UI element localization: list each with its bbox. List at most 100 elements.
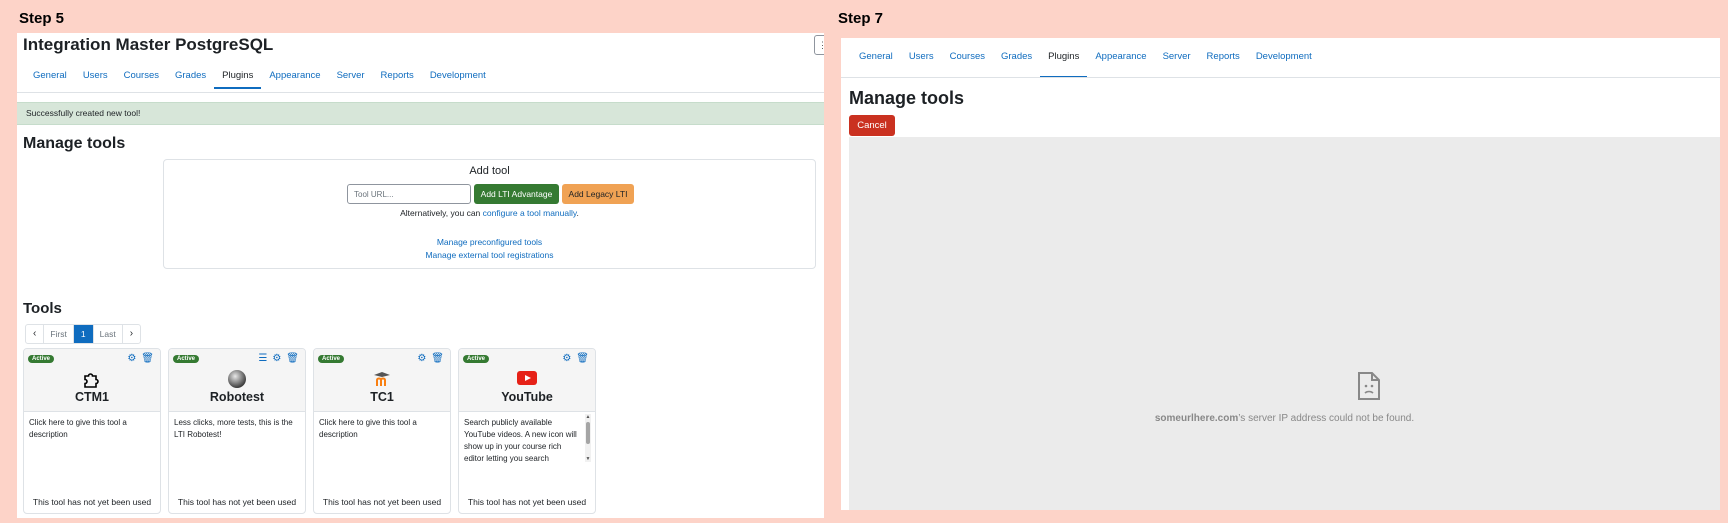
- scroll-down-icon[interactable]: ▼: [585, 456, 591, 462]
- tool-usage: This tool has not yet been used: [467, 497, 587, 507]
- alternative-prefix: Alternatively, you can: [400, 208, 483, 218]
- alternative-text: Alternatively, you can configure a tool …: [164, 208, 815, 218]
- card-header: Active ☰ ⚙ 🗑 Robotest: [169, 349, 305, 412]
- status-badge: Active: [173, 355, 200, 363]
- step-5-label: Step 5: [19, 10, 65, 27]
- configure-manually-link[interactable]: configure a tool manually: [483, 208, 577, 218]
- trash-icon[interactable]: 🗑: [141, 353, 154, 364]
- tool-card-ctm1: Active ⚙ 🗑 CTM1 Click here to give this …: [23, 348, 161, 514]
- error-host: someurlhere.com: [1154, 413, 1239, 424]
- manage-tools-heading: Manage tools: [849, 88, 965, 108]
- tab-general[interactable]: General: [25, 70, 75, 88]
- tools-heading: Tools: [23, 300, 62, 317]
- tab-server[interactable]: Server: [329, 70, 373, 88]
- card-actions: ⚙ 🗑: [562, 353, 589, 364]
- tab-users[interactable]: Users: [901, 51, 942, 77]
- tab-grades[interactable]: Grades: [993, 51, 1040, 77]
- pagination: ‹ First 1 Last ›: [25, 324, 142, 344]
- add-tool-title: Add tool: [469, 165, 510, 177]
- gear-icon[interactable]: ⚙: [562, 353, 571, 364]
- prev-page-icon[interactable]: ‹: [26, 325, 45, 343]
- card-header: Active ⚙ 🗑 CTM1: [24, 349, 160, 412]
- trash-icon[interactable]: 🗑: [431, 353, 444, 364]
- last-page-link[interactable]: Last: [94, 325, 123, 343]
- add-legacy-lti-button[interactable]: Add Legacy LTI: [562, 184, 634, 204]
- moodle-logo-icon: [314, 369, 450, 389]
- success-alert: Successfully created new tool!: [17, 102, 824, 125]
- tool-description[interactable]: Click here to give this tool a descripti…: [29, 417, 151, 441]
- tab-server[interactable]: Server: [1155, 51, 1199, 77]
- status-badge: Active: [28, 355, 55, 363]
- tab-grades[interactable]: Grades: [167, 70, 214, 88]
- admin-tabs: General Users Courses Grades Plugins App…: [851, 51, 1320, 78]
- list-icon[interactable]: ☰: [258, 353, 267, 364]
- iframe-error-area: someurlhere.com’s server IP address coul…: [849, 137, 1720, 510]
- gear-icon[interactable]: ⚙: [272, 353, 281, 364]
- tab-reports[interactable]: Reports: [1199, 51, 1248, 77]
- tab-courses[interactable]: Courses: [942, 51, 993, 77]
- puzzle-piece-icon: [24, 369, 160, 389]
- status-badge: Active: [463, 355, 490, 363]
- add-tool-box: Add tool Add LTI Advantage Add Legacy LT…: [163, 159, 816, 269]
- gear-icon[interactable]: ⚙: [127, 353, 136, 364]
- tool-name: Robotest: [209, 390, 265, 404]
- next-page-icon[interactable]: ›: [123, 325, 140, 343]
- tabs-divider: [841, 77, 1720, 78]
- scrollbar-thumb[interactable]: [586, 422, 590, 444]
- card-actions: ⚙ 🗑: [127, 353, 154, 364]
- card-header: Active ⚙ 🗑 YouTube: [459, 349, 595, 412]
- tabs-divider: [17, 92, 824, 93]
- tool-description[interactable]: Less clicks, more tests, this is the LTI…: [174, 417, 296, 441]
- tab-users[interactable]: Users: [75, 70, 116, 88]
- cancel-button[interactable]: Cancel: [849, 115, 895, 136]
- tool-name: YouTube: [501, 390, 553, 404]
- tab-appearance[interactable]: Appearance: [1087, 51, 1154, 77]
- trash-icon[interactable]: 🗑: [576, 353, 589, 364]
- tool-name: CTM1: [74, 390, 110, 404]
- tab-plugins[interactable]: Plugins: [1040, 51, 1088, 78]
- youtube-logo-icon: [459, 369, 595, 389]
- tool-name: TC1: [370, 390, 394, 404]
- scroll-up-icon[interactable]: ▲: [585, 414, 591, 420]
- tool-card-tc1: Active ⚙ 🗑 TC1 Click here to give this t…: [313, 348, 451, 514]
- step-5-panel: Integration Master PostgreSQL ⋮ General …: [17, 33, 824, 518]
- tab-plugins[interactable]: Plugins: [214, 70, 262, 89]
- tab-courses[interactable]: Courses: [116, 70, 167, 88]
- tool-usage: This tool has not yet been used: [32, 497, 152, 507]
- broken-page-icon: [1356, 371, 1382, 406]
- tool-card-robotest: Active ☰ ⚙ 🗑 Robotest Less clicks, more …: [168, 348, 306, 514]
- tool-description[interactable]: Click here to give this tool a descripti…: [319, 417, 441, 441]
- tab-development[interactable]: Development: [422, 70, 494, 88]
- error-message: someurlhere.com’s server IP address coul…: [849, 413, 1720, 424]
- gear-icon[interactable]: ⚙: [417, 353, 426, 364]
- tab-development[interactable]: Development: [1248, 51, 1320, 77]
- robot-orb-icon: [169, 369, 305, 389]
- page-title: Integration Master PostgreSQL: [23, 35, 274, 54]
- trash-icon[interactable]: 🗑: [286, 353, 299, 364]
- description-scrollbar[interactable]: ▲ ▼: [585, 414, 591, 462]
- manage-external-registrations-link[interactable]: Manage external tool registrations: [164, 250, 815, 260]
- card-actions: ⚙ 🗑: [417, 353, 444, 364]
- step-7-label: Step 7: [838, 10, 884, 27]
- step-7-panel: General Users Courses Grades Plugins App…: [841, 38, 1720, 510]
- first-page-link[interactable]: First: [44, 325, 74, 343]
- manage-tools-heading: Manage tools: [23, 135, 126, 152]
- tool-description: Search publicly available YouTube videos…: [464, 418, 577, 463]
- manage-preconfigured-link[interactable]: Manage preconfigured tools: [164, 237, 815, 247]
- tool-url-input[interactable]: [347, 184, 471, 204]
- add-lti-advantage-button[interactable]: Add LTI Advantage: [474, 184, 559, 204]
- error-suffix: ’s server IP address could not be found.: [1238, 413, 1415, 424]
- tab-general[interactable]: General: [851, 51, 901, 77]
- card-actions: ☰ ⚙ 🗑: [258, 353, 299, 364]
- edge-button-icon[interactable]: ⋮: [814, 35, 824, 55]
- tool-card-youtube: Active ⚙ 🗑 YouTube Search publicly avail…: [458, 348, 596, 514]
- admin-tabs: General Users Courses Grades Plugins App…: [25, 70, 494, 89]
- tool-usage: This tool has not yet been used: [177, 497, 297, 507]
- status-badge: Active: [318, 355, 345, 363]
- tool-usage: This tool has not yet been used: [322, 497, 442, 507]
- card-header: Active ⚙ 🗑 TC1: [314, 349, 450, 412]
- tab-appearance[interactable]: Appearance: [261, 70, 328, 88]
- tab-reports[interactable]: Reports: [373, 70, 422, 88]
- current-page[interactable]: 1: [73, 325, 94, 343]
- alternative-suffix: .: [576, 208, 579, 218]
